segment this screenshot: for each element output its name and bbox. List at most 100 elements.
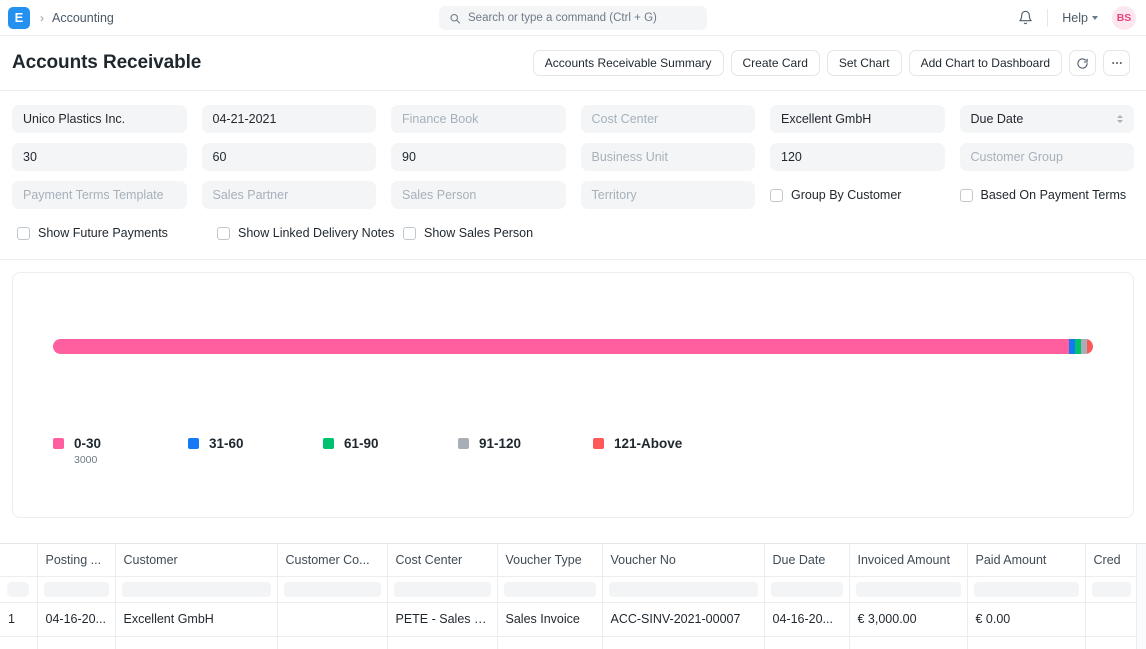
- column-filter-input[interactable]: [393, 581, 491, 597]
- group-by-customer-checkbox[interactable]: [770, 188, 783, 202]
- show-sales-person-checkbox[interactable]: [403, 226, 416, 240]
- more-menu-button[interactable]: [1103, 50, 1130, 76]
- cell-due-date[interactable]: 04-16-20...: [764, 602, 850, 637]
- page-title: Accounts Receivable: [12, 52, 202, 73]
- search-input[interactable]: [468, 12, 697, 24]
- filter-finance-book[interactable]: Finance Book: [391, 105, 566, 133]
- column-filter-posting-date[interactable]: [37, 576, 116, 603]
- column-filter-input[interactable]: [43, 581, 109, 597]
- cell-empty-index: [0, 636, 38, 649]
- set-chart-button[interactable]: Set Chart: [826, 50, 902, 76]
- based-on-payment-terms-checkbox[interactable]: [959, 188, 973, 202]
- column-filter-input[interactable]: [7, 581, 30, 597]
- filter-show-linked-delivery-notes[interactable]: Show Linked Delivery Notes: [217, 219, 403, 247]
- refresh-button[interactable]: [1069, 50, 1096, 76]
- filter-grid: Unico Plastics Inc. 04-21-2021 Finance B…: [12, 105, 1134, 209]
- create-card-button[interactable]: Create Card: [730, 50, 820, 76]
- filter-customer-group[interactable]: Customer Group: [959, 143, 1134, 171]
- search-icon: [450, 13, 461, 24]
- filter-posting-date[interactable]: 04-21-2021: [201, 105, 376, 133]
- column-filter-customer-contact[interactable]: [277, 576, 388, 603]
- filter-show-future-payments[interactable]: Show Future Payments: [17, 219, 217, 247]
- cell-customer-contact[interactable]: [277, 602, 388, 637]
- column-header-voucher-type[interactable]: Voucher Type: [497, 544, 603, 577]
- column-header-voucher-no[interactable]: Voucher No: [602, 544, 765, 577]
- column-header-paid-amount[interactable]: Paid Amount: [967, 544, 1086, 577]
- column-filter-input[interactable]: [855, 581, 961, 597]
- column-filter-customer[interactable]: [115, 576, 278, 603]
- column-header-invoiced-amount[interactable]: Invoiced Amount: [849, 544, 968, 577]
- show-linked-delivery-notes-checkbox[interactable]: [217, 226, 230, 240]
- filter-business-unit[interactable]: Business Unit: [580, 143, 755, 171]
- column-filter-input[interactable]: [503, 581, 596, 597]
- help-menu-button[interactable]: Help: [1058, 9, 1102, 27]
- chart-bar-stacked[interactable]: [53, 339, 1093, 354]
- filter-sales-person[interactable]: Sales Person: [391, 181, 566, 209]
- filter-cost-center[interactable]: Cost Center: [580, 105, 755, 133]
- column-header-customer-contact[interactable]: Customer Co...: [277, 544, 388, 577]
- column-filter-input[interactable]: [283, 581, 381, 597]
- column-header-index[interactable]: [0, 544, 38, 577]
- cell-voucher-type[interactable]: Sales Invoice: [497, 602, 603, 637]
- column-header-cost-center[interactable]: Cost Center: [387, 544, 498, 577]
- column-filter-input[interactable]: [608, 581, 758, 597]
- filter-cost-center-placeholder: Cost Center: [591, 112, 659, 126]
- filter-company[interactable]: Unico Plastics Inc.: [12, 105, 187, 133]
- cell-cost-center[interactable]: PETE - Sales - ...: [387, 602, 498, 637]
- column-filter-input[interactable]: [1091, 581, 1131, 597]
- chart-bar-segment-121-Above[interactable]: [1086, 339, 1093, 354]
- column-header-credit-note[interactable]: Cred: [1085, 544, 1138, 577]
- filter-group-by-customer[interactable]: Group By Customer: [770, 181, 945, 209]
- cell-invoiced-amount[interactable]: € 3,000.00: [849, 602, 968, 637]
- breadcrumb-accounting[interactable]: Accounting: [52, 11, 114, 25]
- filter-ageing-based-on[interactable]: Due Date: [959, 105, 1134, 133]
- vertical-scrollbar[interactable]: [1136, 544, 1146, 649]
- cell-empty-due-date: [764, 636, 850, 649]
- column-filter-voucher-type[interactable]: [497, 576, 603, 603]
- column-filter-due-date[interactable]: [764, 576, 850, 603]
- datatable-filter-row[interactable]: [0, 576, 1138, 603]
- column-filter-voucher-no[interactable]: [602, 576, 765, 603]
- cell-voucher-no[interactable]: ACC-SINV-2021-00007: [602, 602, 765, 637]
- filter-based-on-payment-terms[interactable]: Based On Payment Terms: [959, 181, 1135, 209]
- add-chart-to-dashboard-button[interactable]: Add Chart to Dashboard: [908, 50, 1062, 76]
- filter-territory[interactable]: Territory: [580, 181, 755, 209]
- chart-bar-segment-0-30[interactable]: [53, 339, 1069, 354]
- filter-range-2[interactable]: 60: [201, 143, 376, 171]
- cell-paid-amount[interactable]: € 0.00: [967, 602, 1086, 637]
- column-header-due-date[interactable]: Due Date: [764, 544, 850, 577]
- column-filter-invoiced-amount[interactable]: [849, 576, 968, 603]
- accounts-receivable-summary-button[interactable]: Accounts Receivable Summary: [532, 50, 724, 76]
- avatar[interactable]: BS: [1112, 5, 1136, 30]
- column-filter-index[interactable]: [0, 576, 38, 603]
- cell-index[interactable]: 1: [0, 602, 38, 637]
- column-filter-credit-note[interactable]: [1085, 576, 1138, 603]
- show-future-payments-checkbox[interactable]: [17, 226, 30, 240]
- cell-credit-note[interactable]: [1085, 602, 1138, 637]
- filter-show-sales-person[interactable]: Show Sales Person: [403, 219, 533, 247]
- column-header-customer[interactable]: Customer: [115, 544, 278, 577]
- filter-customer-value: Excellent GmbH: [781, 112, 872, 126]
- filter-range-3[interactable]: 90: [391, 143, 566, 171]
- legend-value: 3000: [74, 454, 98, 466]
- column-filter-paid-amount[interactable]: [967, 576, 1086, 603]
- column-filter-input[interactable]: [770, 581, 843, 597]
- column-filter-input[interactable]: [973, 581, 1079, 597]
- erpnext-logo-icon[interactable]: E: [8, 6, 30, 29]
- cell-posting-date[interactable]: 04-16-20...: [37, 602, 116, 637]
- table-row[interactable]: 1 04-16-20... Excellent GmbH PETE - Sales -…: [0, 602, 1138, 637]
- filter-payment-terms-template[interactable]: Payment Terms Template: [12, 181, 187, 209]
- filter-sales-partner[interactable]: Sales Partner: [201, 181, 376, 209]
- logo-letter: E: [14, 10, 24, 25]
- filter-range-1[interactable]: 30: [12, 143, 187, 171]
- column-header-posting-date[interactable]: Posting ...: [37, 544, 116, 577]
- column-filter-cost-center[interactable]: [387, 576, 498, 603]
- filter-range-4[interactable]: 120: [770, 143, 945, 171]
- page-actions: Accounts Receivable Summary Create Card …: [532, 50, 1130, 76]
- filter-customer[interactable]: Excellent GmbH: [770, 105, 945, 133]
- column-filter-input[interactable]: [121, 581, 271, 597]
- notifications-button[interactable]: [1013, 6, 1037, 30]
- global-search[interactable]: [439, 6, 707, 30]
- report-datatable[interactable]: Posting ... Customer Customer Co... Cost Ce…: [0, 543, 1146, 649]
- cell-customer[interactable]: Excellent GmbH: [115, 602, 278, 637]
